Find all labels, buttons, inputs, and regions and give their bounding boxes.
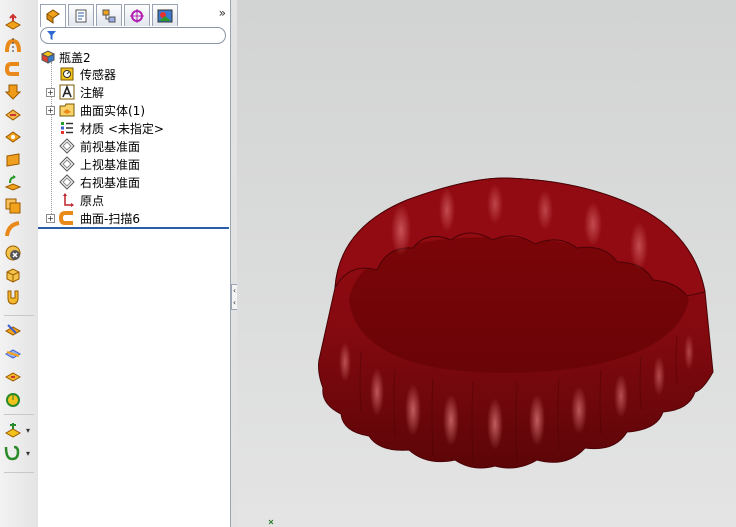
surface-bodies-icon	[59, 102, 75, 118]
origin-marker	[268, 519, 274, 525]
configuration-manager-tab[interactable]	[96, 4, 122, 26]
extend-surface-icon[interactable]	[3, 220, 23, 238]
boundary-surface-icon[interactable]	[3, 106, 23, 124]
property-icon	[75, 9, 87, 22]
reference-geometry-icon[interactable]	[3, 421, 23, 439]
sensor-icon	[59, 66, 75, 82]
manager-tabs: »	[38, 2, 230, 27]
tree-item-right-plane[interactable]: 右视基准面	[38, 173, 228, 191]
dimxpert-manager-tab[interactable]	[124, 4, 150, 26]
fillet-icon[interactable]	[3, 289, 23, 307]
plane-icon	[59, 174, 75, 190]
tree-item-label: 原点	[80, 193, 105, 208]
planar-surface-icon[interactable]	[3, 151, 23, 169]
expand-surface-bodies-icon[interactable]: +	[46, 106, 55, 115]
feature-manager-panel: » 瓶盖2 传感器 + 注解 + 曲面实体(1) 材质 <未指定> 前视基准面 …	[38, 0, 231, 527]
replace-face-icon[interactable]	[3, 367, 23, 385]
bottle-cap-model	[268, 177, 714, 525]
reference-geometry-dropdown-icon[interactable]: ▾	[26, 426, 30, 435]
material-icon	[59, 120, 75, 136]
tree-filter-input[interactable]	[40, 27, 226, 44]
ruled-surface-icon[interactable]	[3, 197, 23, 215]
filled-surface-icon[interactable]	[3, 128, 23, 146]
curves-icon[interactable]	[3, 444, 23, 462]
tree-item-origin[interactable]: 原点	[38, 191, 228, 209]
trim-surface-icon[interactable]	[3, 244, 23, 262]
tree-item-surface-bodies[interactable]: + 曲面实体(1)	[38, 101, 228, 119]
offset-surface-icon[interactable]	[3, 174, 23, 192]
extruded-surface-icon[interactable]	[3, 13, 23, 31]
rollback-bar[interactable]	[38, 227, 229, 229]
configuration-icon	[102, 9, 116, 22]
property-manager-tab[interactable]	[68, 4, 94, 26]
knit-surface-icon[interactable]	[3, 321, 23, 339]
lofted-surface-icon[interactable]	[3, 83, 23, 101]
delete-face-icon[interactable]	[3, 344, 23, 362]
untrim-surface-icon[interactable]	[3, 266, 23, 284]
plane-icon	[59, 138, 75, 154]
tree-item-surface-sweep[interactable]: + 曲面-扫描6	[38, 209, 228, 227]
tree-item-front-plane[interactable]: 前视基准面	[38, 137, 228, 155]
tree-item-label: 注解	[80, 85, 105, 100]
graphics-area[interactable]	[237, 0, 736, 527]
tree-item-label: 曲面-扫描6	[80, 211, 140, 226]
curves-dropdown-icon[interactable]: ▾	[26, 449, 30, 458]
toolbar-separator	[4, 315, 34, 316]
tree-root[interactable]: 瓶盖2	[38, 48, 228, 66]
tree-item-sensors[interactable]: 传感器	[38, 65, 228, 83]
thicken-icon[interactable]	[3, 390, 23, 408]
dimxpert-icon	[130, 8, 144, 23]
tree-item-annotations[interactable]: + 注解	[38, 83, 228, 101]
surfaces-toolbar: ▾ ▾	[0, 0, 39, 527]
tree-item-label: 材质 <未指定>	[80, 121, 164, 136]
revolved-surface-icon[interactable]	[3, 37, 23, 55]
annotation-icon	[59, 84, 75, 100]
tree-item-label: 传感器	[80, 67, 117, 82]
swept-surface-icon	[58, 210, 75, 226]
expand-annotations-icon[interactable]: +	[46, 88, 55, 97]
display-manager-tab[interactable]	[152, 4, 178, 26]
tree-item-label: 前视基准面	[80, 139, 141, 154]
tree-root-label: 瓶盖2	[59, 50, 91, 65]
expand-surface-sweep-icon[interactable]: +	[46, 214, 55, 223]
origin-icon	[59, 192, 75, 208]
feature-tree-icon	[46, 9, 60, 24]
tree-item-label: 右视基准面	[80, 175, 141, 190]
filter-icon	[47, 31, 56, 40]
feature-manager-tab[interactable]	[40, 4, 66, 27]
swept-surface-icon[interactable]	[3, 60, 23, 78]
toolbar-separator	[4, 472, 34, 473]
tree-item-material[interactable]: 材质 <未指定>	[38, 119, 228, 137]
tree-item-top-plane[interactable]: 上视基准面	[38, 155, 228, 173]
tree-item-label: 曲面实体(1)	[80, 103, 145, 118]
toolbar-separator	[4, 414, 34, 415]
more-tabs-button[interactable]: »	[219, 6, 226, 20]
tree-item-label: 上视基准面	[80, 157, 141, 172]
plane-icon	[59, 156, 75, 172]
display-icon	[157, 9, 173, 22]
part-icon	[40, 49, 56, 65]
